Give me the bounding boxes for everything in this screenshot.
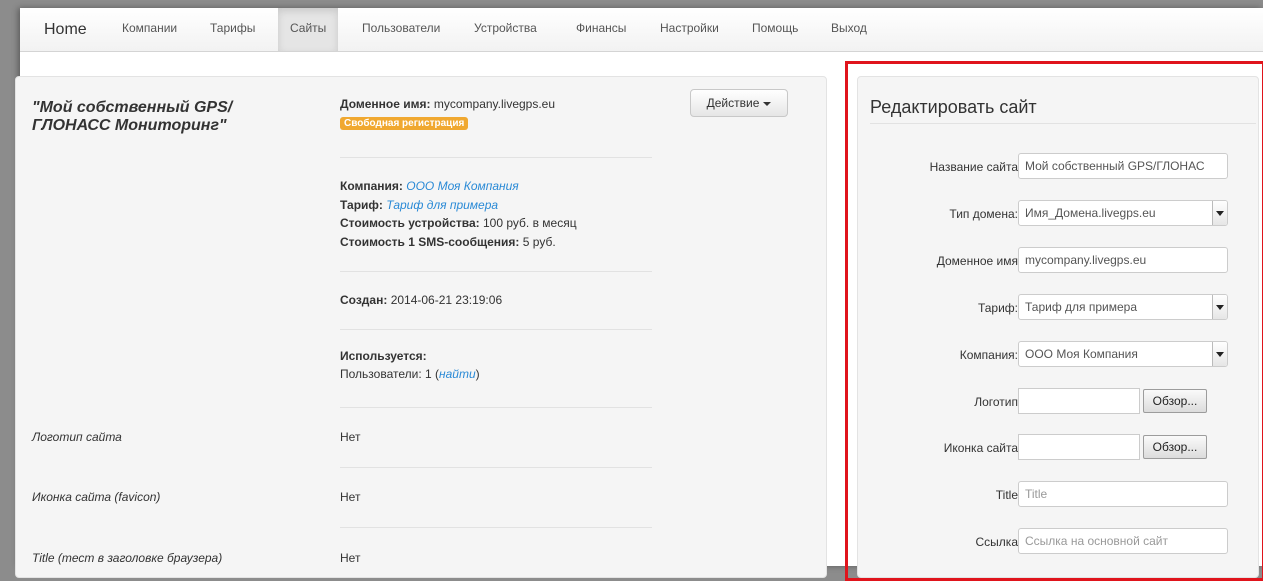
nav-item-sites[interactable]: Сайты bbox=[278, 8, 339, 51]
caret-down-icon bbox=[763, 101, 772, 106]
domain-name-row: Доменное имя: mycompany.livegps.eu bbox=[340, 97, 555, 111]
nav-item-finances[interactable]: Финансы bbox=[576, 8, 626, 51]
divider bbox=[340, 467, 652, 468]
created-label: Создан: bbox=[340, 293, 388, 307]
favicon-row-label: Иконка сайта (favicon) bbox=[32, 490, 161, 504]
action-dropdown-button[interactable]: Действие bbox=[690, 89, 788, 117]
divider bbox=[340, 157, 652, 158]
divider bbox=[340, 271, 652, 272]
tariff-row: Тариф: Тариф для примера bbox=[340, 198, 498, 212]
nav-item-help[interactable]: Помощь bbox=[752, 8, 798, 51]
free-registration-badge: Свободная регистрация bbox=[340, 117, 469, 130]
sms-cost-value: 5 руб. bbox=[522, 235, 556, 249]
device-cost-value: 100 руб. в месяц bbox=[483, 216, 577, 230]
used-label: Используется: bbox=[340, 349, 427, 363]
title-row-label: Title (тест в заголовке браузера) bbox=[32, 551, 223, 565]
users-count-text: Пользователи: 1 ( bbox=[340, 367, 439, 381]
nav-item-settings[interactable]: Настройки bbox=[660, 8, 719, 51]
highlight-frame bbox=[845, 61, 1263, 581]
divider bbox=[340, 329, 652, 330]
company-row: Компания: ООО Моя Компания bbox=[340, 179, 519, 193]
divider bbox=[340, 527, 652, 528]
created-value: 2014-06-21 23:19:06 bbox=[390, 293, 503, 307]
nav-item-users[interactable]: Пользователи bbox=[362, 8, 440, 51]
site-title: "Мой собственный GPS/ ГЛОНАСС Мониторинг… bbox=[32, 99, 233, 134]
site-details-panel: "Мой собственный GPS/ ГЛОНАСС Мониторинг… bbox=[15, 76, 827, 578]
sms-cost-row: Стоимость 1 SMS-сообщения: 5 руб. bbox=[340, 235, 556, 249]
company-label: Компания: bbox=[340, 179, 403, 193]
created-row: Создан: 2014-06-21 23:19:06 bbox=[340, 293, 502, 307]
domain-name-label: Доменное имя: bbox=[340, 97, 431, 111]
action-button-label: Действие bbox=[706, 96, 760, 110]
find-users-link[interactable]: найти bbox=[439, 367, 476, 381]
nav-item-devices[interactable]: Устройства bbox=[474, 8, 537, 51]
nav-item-logout[interactable]: Выход bbox=[831, 8, 867, 51]
tariff-label: Тариф: bbox=[340, 198, 383, 212]
sms-cost-label: Стоимость 1 SMS-сообщения: bbox=[340, 235, 520, 249]
nav-item-companies[interactable]: Компании bbox=[122, 8, 177, 51]
device-cost-row: Стоимость устройства: 100 руб. в месяц bbox=[340, 216, 577, 230]
device-cost-label: Стоимость устройства: bbox=[340, 216, 480, 230]
title-row-value: Нет bbox=[340, 551, 361, 565]
favicon-row-value: Нет bbox=[340, 490, 361, 504]
divider bbox=[340, 407, 652, 408]
top-navbar: Home Компании Тарифы Сайты Пользователи … bbox=[20, 8, 1263, 52]
nav-item-tariffs[interactable]: Тарифы bbox=[210, 8, 255, 51]
domain-name-value: mycompany.livegps.eu bbox=[433, 97, 556, 111]
users-count-close: ) bbox=[475, 367, 480, 381]
logo-row-label: Логотип сайта bbox=[32, 430, 122, 444]
tariff-link[interactable]: Тариф для примера bbox=[386, 198, 498, 212]
logo-row-value: Нет bbox=[340, 430, 361, 444]
company-link[interactable]: ООО Моя Компания bbox=[406, 179, 518, 193]
users-count-row: Пользователи: 1 (найти) bbox=[340, 367, 480, 381]
brand-home-link[interactable]: Home bbox=[44, 8, 87, 51]
